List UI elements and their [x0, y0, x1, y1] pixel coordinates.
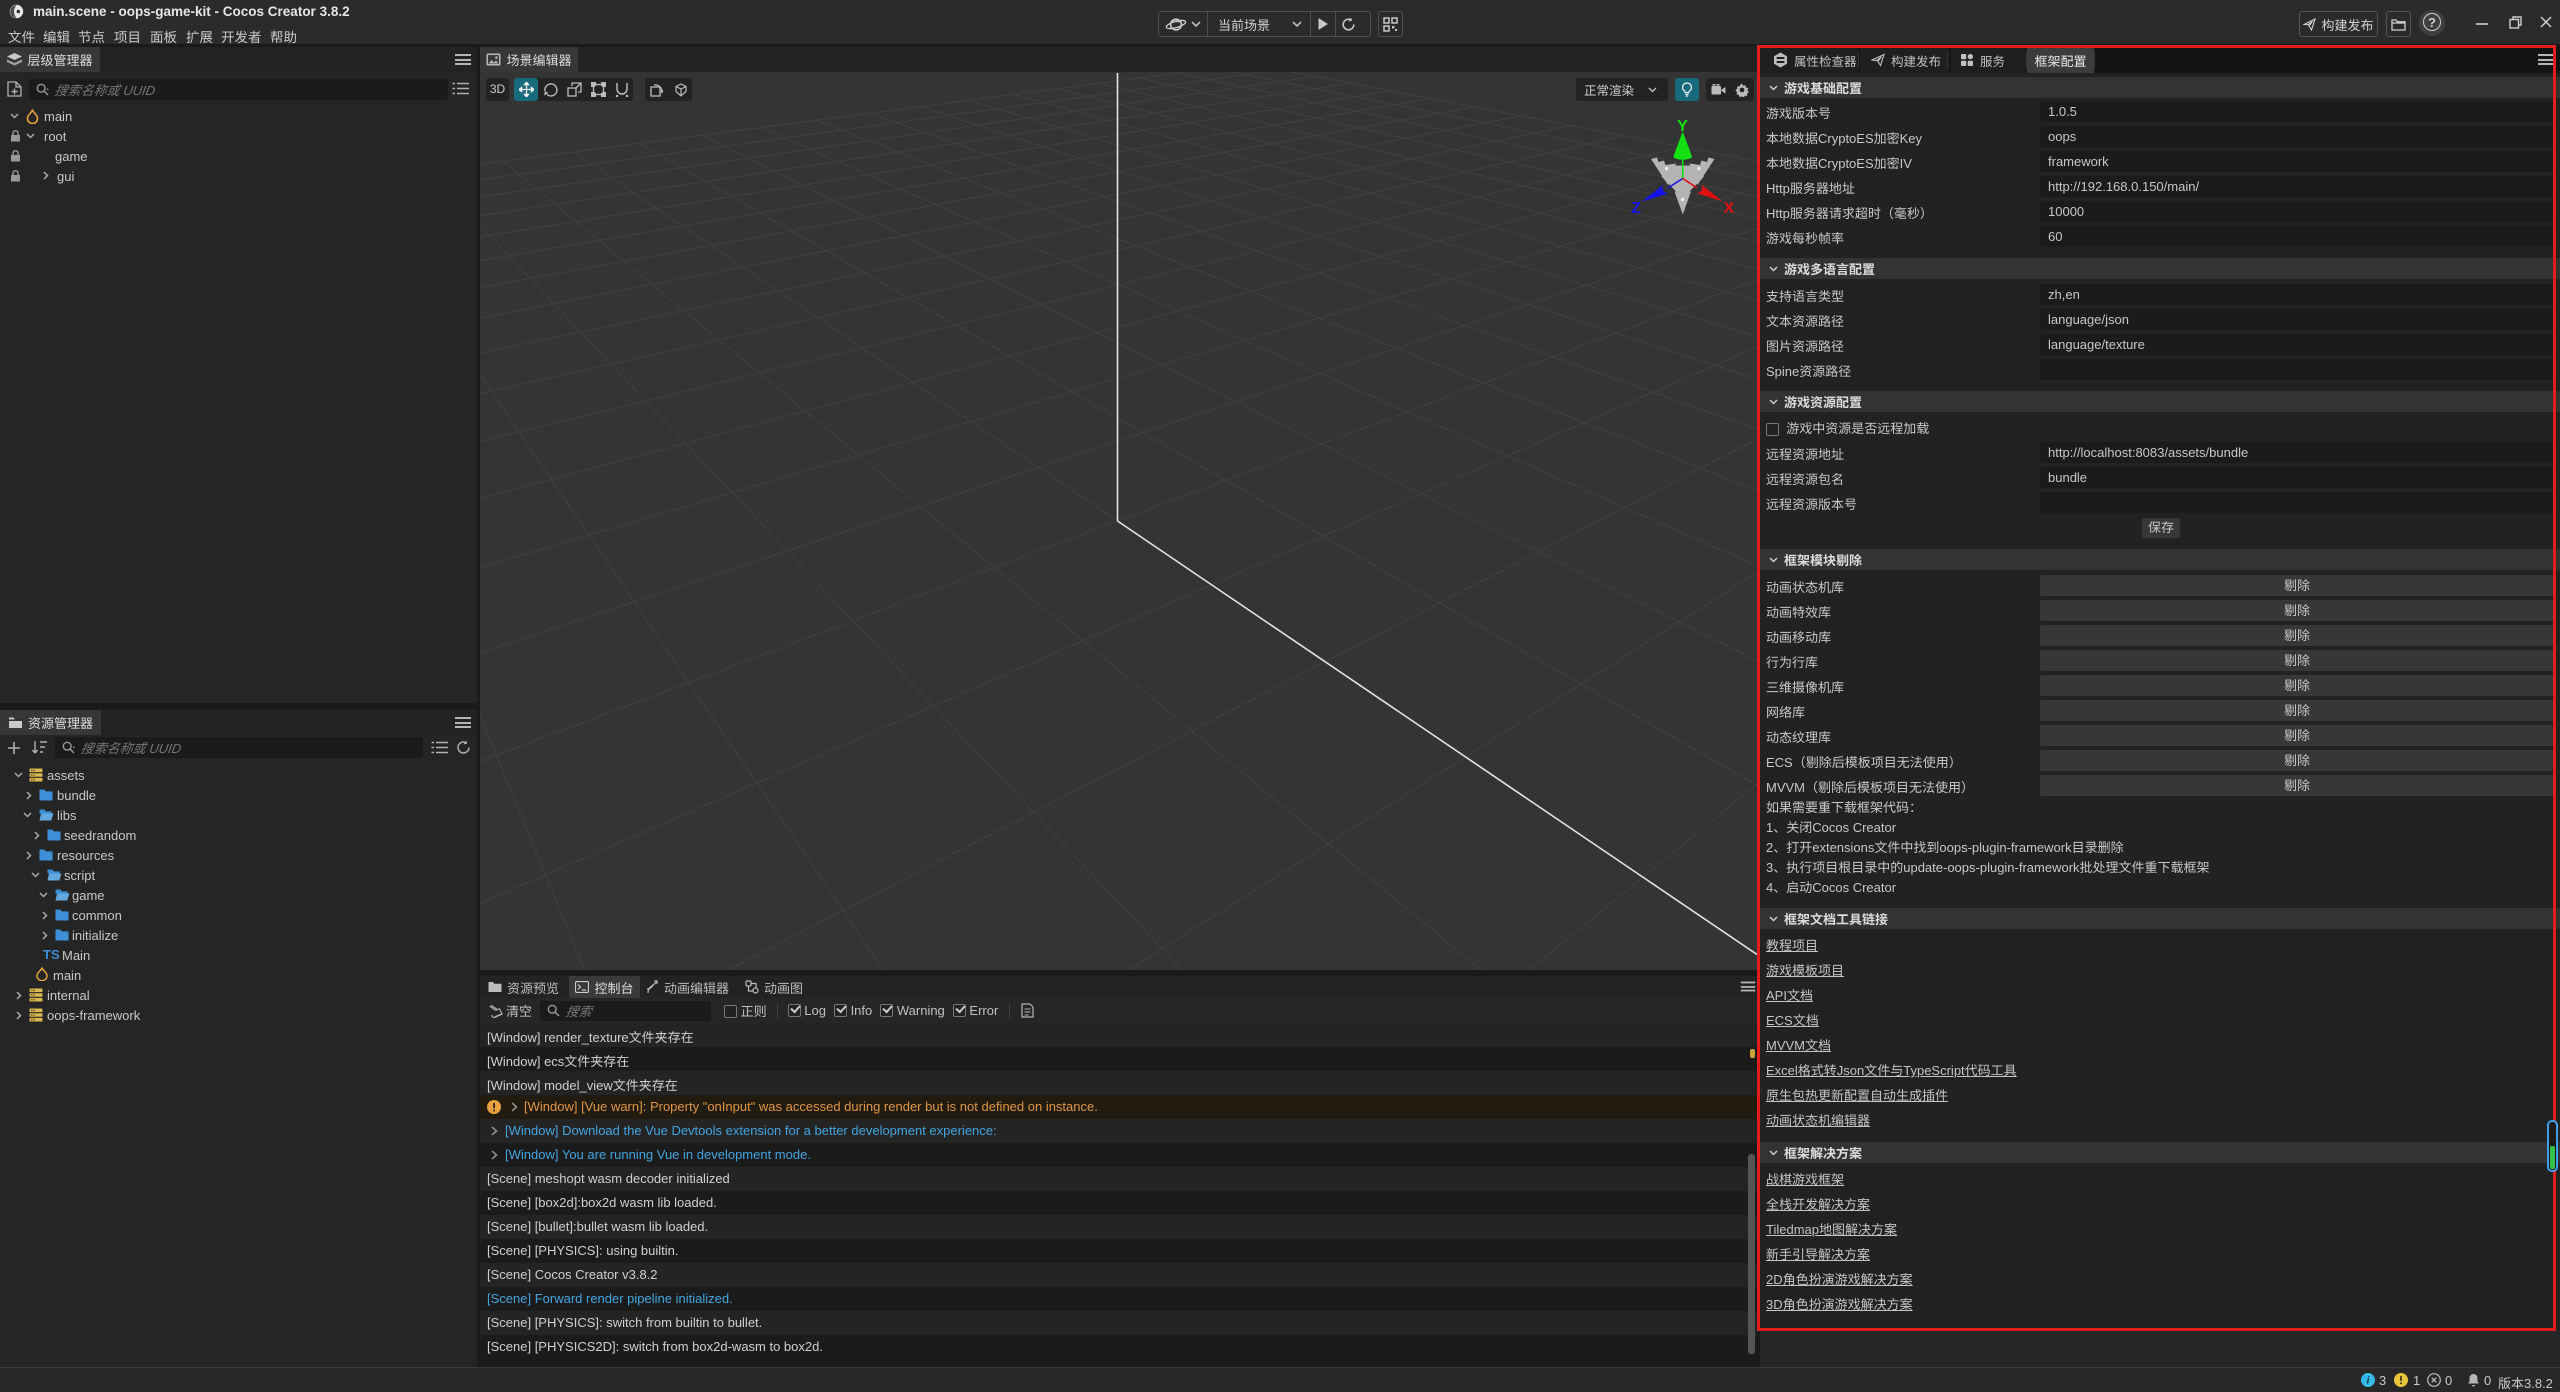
svg-text:Y: Y: [1677, 118, 1688, 135]
svg-text:i: i: [2367, 1376, 2370, 1387]
svg-text:X: X: [1724, 200, 1735, 217]
svg-text:Z: Z: [1631, 200, 1641, 217]
